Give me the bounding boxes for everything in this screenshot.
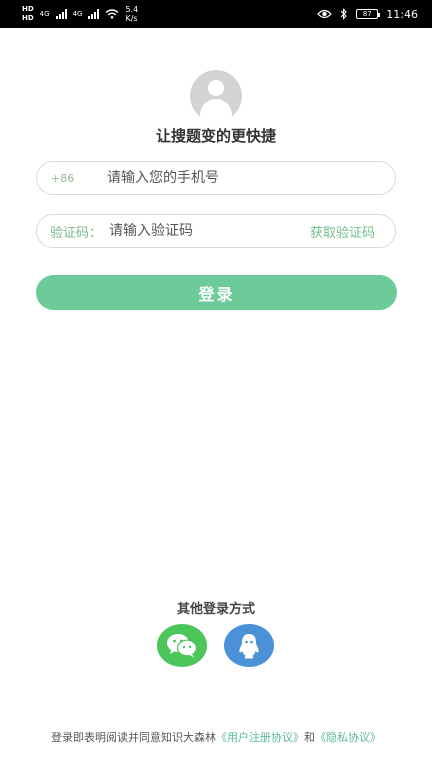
qq-login-button[interactable] [224,624,274,667]
wifi-icon [106,9,119,19]
status-left: HD HD 4G 4G 5.4 K/s [22,5,138,23]
page-subtitle: 让搜题变的更快捷 [155,127,276,145]
clock: 11:46 [386,7,418,21]
user-agreement-link[interactable]: 《用户注册协议》 [216,731,304,744]
privacy-agreement-link[interactable]: 《隐私协议》 [315,731,381,744]
verification-code-field[interactable]: 验证码： 获取验证码 [36,214,396,248]
wechat-icon [167,633,198,657]
get-code-button[interactable]: 获取验证码 [310,222,395,241]
signal-icon-2 [88,9,100,19]
agreement-text: 登录即表明阅读并同意知识大森林《用户注册协议》和《隐私协议》 [0,729,432,745]
eye-icon [317,9,333,19]
phone-field[interactable]: +86 [36,161,396,195]
other-login-title: 其他登录方式 [176,602,255,617]
status-bar: HD HD 4G 4G 5.4 K/s 87 11:46 [0,0,432,28]
battery-level: 87 [362,10,372,18]
signal-icon [55,9,67,19]
code-input[interactable] [109,223,310,239]
code-label: 验证码： [50,225,103,241]
login-button[interactable]: 登录 [36,275,397,310]
country-code[interactable]: +86 [37,172,107,185]
phone-input[interactable] [107,170,395,186]
hd-label-2: HD [22,14,34,22]
network-speed: 5.4 K/s [125,5,138,23]
agreement-prefix: 登录即表明阅读并同意知识大森林 [51,731,216,744]
avatar-icon[interactable] [190,70,242,122]
network-type-1: 4G [39,10,50,18]
hd-indicator: HD HD [22,5,34,23]
qq-icon [239,633,259,658]
agreement-joiner: 和 [304,731,315,744]
wechat-login-button[interactable] [157,624,207,667]
battery-icon: 87 [356,9,381,19]
bluetooth-icon [340,8,348,20]
status-right: 87 11:46 [317,8,418,21]
network-type-2: 4G [72,10,83,18]
speed-unit: K/s [125,14,138,23]
avatar-body [200,99,232,122]
hd-label-1: HD [22,5,34,13]
speed-value: 5.4 [125,5,139,14]
avatar-head [208,80,224,96]
